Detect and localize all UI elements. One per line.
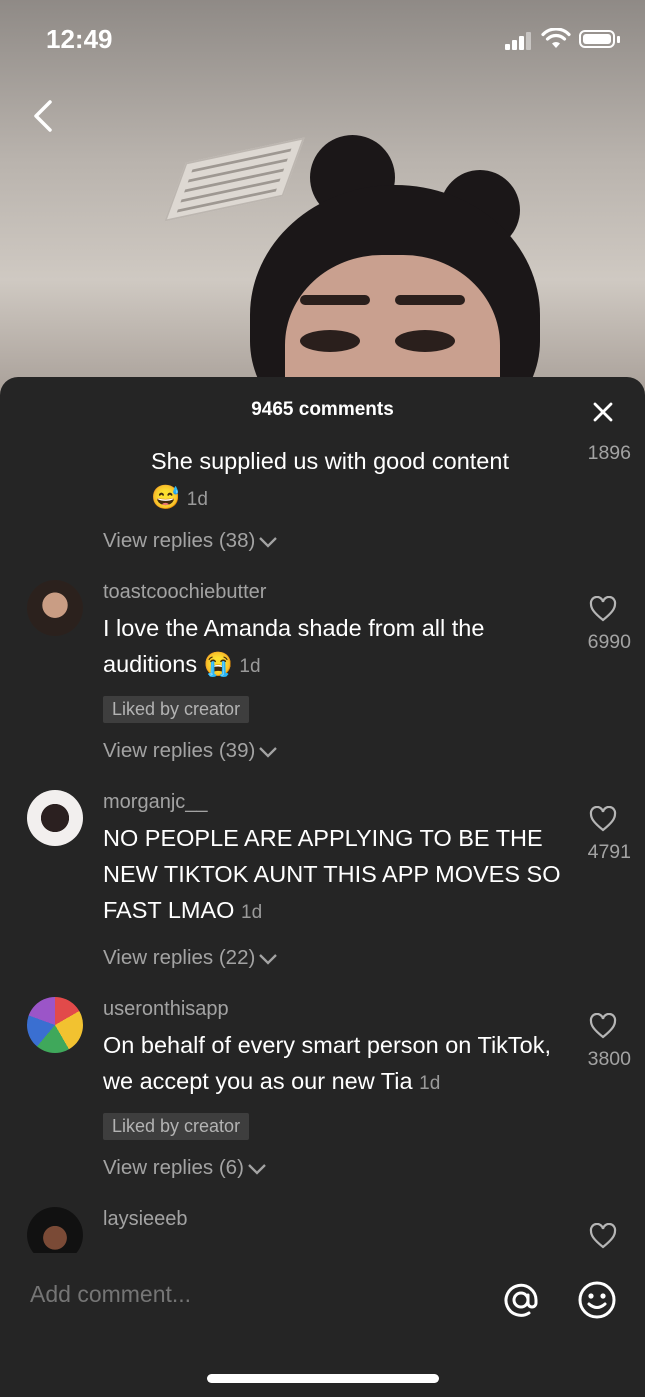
comment-text: I love the Amanda shade from all the aud… [103,615,485,677]
comment-age: 1d [239,656,261,677]
chevron-down-icon [248,1163,266,1175]
home-indicator[interactable] [207,1374,439,1383]
eye [395,330,455,352]
status-time: 12:49 [46,24,113,54]
comment-username[interactable]: toastcoochiebutter [103,581,266,604]
emoji-icon[interactable] [576,1279,618,1321]
view-replies-button[interactable]: View replies (22) [103,946,278,970]
like-count: 3800 [587,1048,631,1070]
chevron-down-icon [259,536,278,548]
comment-text: She supplied us with good content 😅 1d [151,448,509,510]
liked-by-creator-badge: Liked by creator [103,1113,250,1140]
comments-count-title: 9465 comments [251,399,394,420]
status-bar: 12:49 [0,0,645,80]
like-count: 4791 [587,841,631,863]
comment-age: 1d [419,1073,441,1094]
chevron-down-icon [259,953,278,965]
battery-icon [579,30,615,48]
comments-sheet: 9465 comments She supplied us with good … [0,377,645,1397]
comment-text: On behalf of every smart person on TikTo… [103,1032,552,1094]
close-icon[interactable] [590,399,616,425]
comment-username[interactable]: useronthisapp [103,998,229,1021]
view-replies-button[interactable]: View replies (38) [103,529,278,553]
comment-emoji: 😅 [151,484,181,510]
avatar[interactable] [27,1207,83,1254]
back-chevron-icon[interactable] [26,96,66,136]
cellular-signal-icon [505,32,531,50]
battery-tip [617,36,620,43]
view-replies-button[interactable]: View replies (39) [103,739,278,763]
comment-username[interactable]: morganjc__ [103,791,208,814]
avatar[interactable] [27,580,83,636]
like-count: 6990 [587,631,631,653]
avatar[interactable] [27,997,83,1053]
eyebrow [300,295,370,305]
comment-text: NO PEOPLE ARE APPLYING TO BE THE NEW TIK… [103,825,561,923]
comment-username[interactable]: laysieeeb [103,1208,188,1231]
mention-at-icon[interactable] [500,1279,542,1321]
comment-age: 1d [241,902,263,923]
heart-icon[interactable] [589,806,617,832]
eye [300,330,360,352]
ceiling-vent [164,137,305,222]
eyebrow [395,295,465,305]
liked-by-creator-badge: Liked by creator [103,696,250,723]
comment-age: 1d [186,489,208,510]
wifi-icon [541,28,571,48]
chevron-down-icon [259,746,278,758]
add-comment-input[interactable] [30,1281,450,1308]
comments-list[interactable]: She supplied us with good content 😅 1d 18… [0,432,645,1254]
like-count: 1896 [587,442,631,464]
heart-icon[interactable] [589,1223,617,1249]
comment-emoji: 😭 [203,651,233,677]
heart-icon[interactable] [589,596,617,622]
view-replies-button[interactable]: View replies (6) [103,1156,267,1180]
heart-icon[interactable] [589,1013,617,1039]
avatar[interactable] [27,790,83,846]
